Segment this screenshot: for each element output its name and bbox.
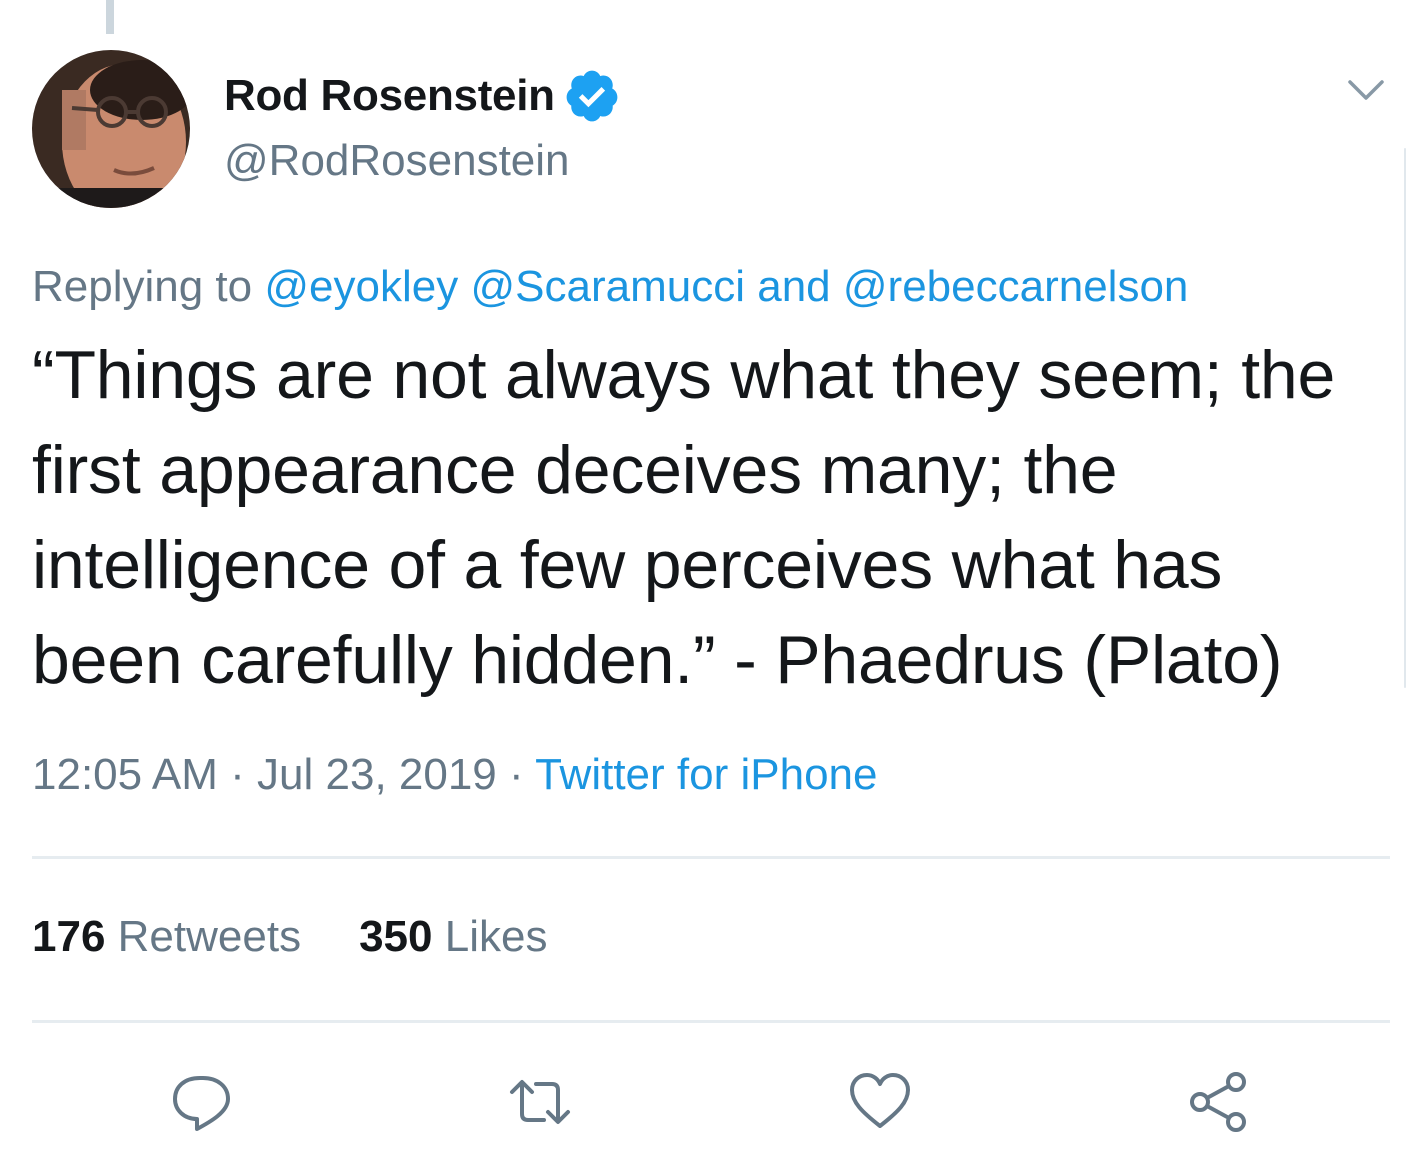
verified-badge-icon (563, 67, 621, 125)
reply-button[interactable] (168, 1068, 236, 1136)
reply-prefix: Replying to (32, 262, 253, 311)
tweet-source-link[interactable]: Twitter for iPhone (535, 750, 877, 799)
display-name[interactable]: Rod Rosenstein (224, 71, 555, 121)
retweets-label: Retweets (117, 912, 302, 961)
chevron-down-icon[interactable] (1346, 72, 1386, 106)
likes-stat[interactable]: 350 Likes (359, 912, 547, 961)
tweet-stats: 176 Retweets 350 Likes (32, 912, 547, 962)
reply-icon (173, 1076, 230, 1131)
retweets-count: 176 (32, 912, 106, 961)
tweet-time[interactable]: 12:05 AM (32, 750, 218, 799)
retweet-button[interactable] (506, 1068, 574, 1136)
avatar[interactable] (32, 50, 190, 208)
mention-link-rebeccarnelson[interactable]: @rebeccarnelson (843, 262, 1189, 311)
tweet-text: “Things are not always what they seem; t… (32, 337, 1336, 698)
author-handle[interactable]: @RodRosenstein (224, 136, 570, 186)
tweet-date[interactable]: Jul 23, 2019 (257, 750, 497, 799)
reply-context: Replying to @eyokley @Scaramucci and @re… (32, 262, 1188, 312)
mention-link-eyokley[interactable]: @eyokley (264, 262, 458, 311)
scroll-edge (1404, 148, 1406, 688)
divider (32, 856, 1390, 859)
meta-separator: · (230, 750, 245, 799)
heart-icon (850, 1073, 910, 1128)
share-icon (1190, 1072, 1246, 1132)
likes-count: 350 (359, 912, 433, 961)
tweet-meta: 12:05 AM · Jul 23, 2019 · Twitter for iP… (32, 750, 877, 800)
meta-separator: · (509, 750, 524, 799)
likes-label: Likes (444, 912, 548, 961)
share-button[interactable] (1186, 1068, 1254, 1136)
thread-connector-line (106, 0, 114, 34)
like-button[interactable] (846, 1068, 914, 1136)
author-row: Rod Rosenstein (224, 68, 621, 124)
divider (32, 1020, 1390, 1023)
avatar-photo (32, 50, 190, 208)
reply-joiner: and (757, 262, 831, 311)
mention-link-scaramucci[interactable]: @Scaramucci (470, 262, 745, 311)
retweet-icon (510, 1080, 570, 1124)
retweets-stat[interactable]: 176 Retweets (32, 912, 301, 961)
